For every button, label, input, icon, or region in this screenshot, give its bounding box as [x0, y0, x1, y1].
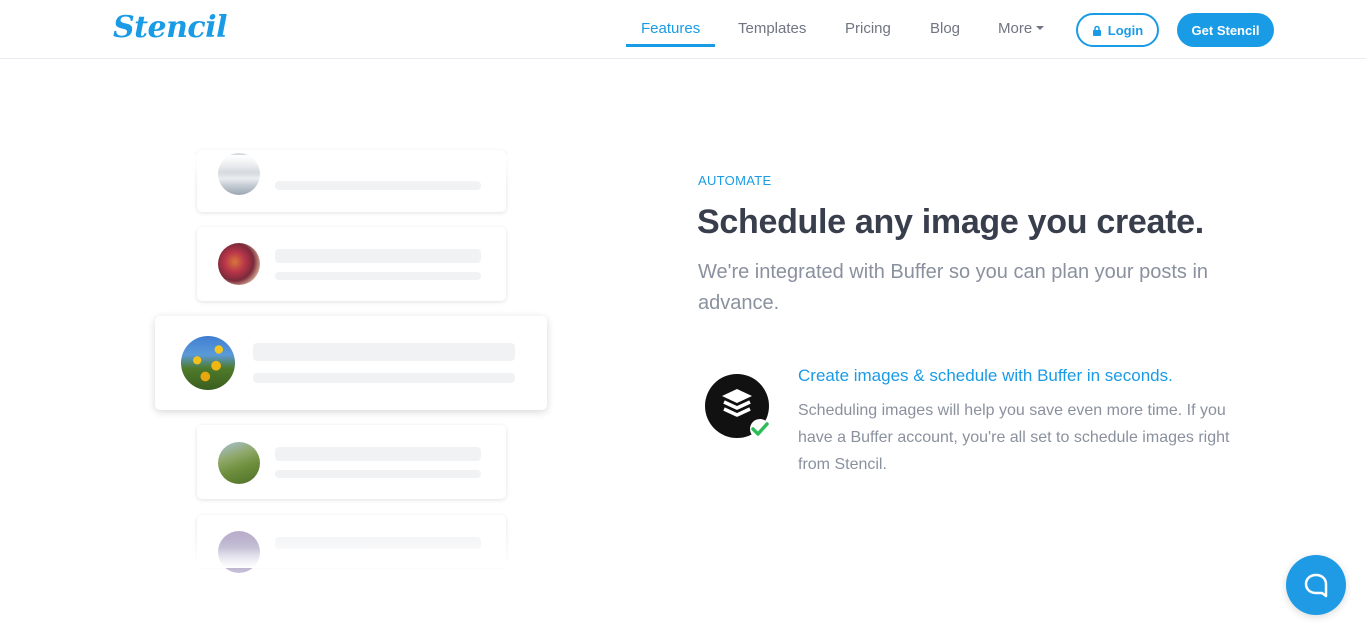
green-hills-thumbnail [218, 442, 260, 484]
top-navbar: Stencil Features Templates Pricing Blog … [0, 0, 1366, 59]
placeholder-line [275, 249, 481, 263]
section-headline: Schedule any image you create. [697, 203, 1204, 241]
nav-features[interactable]: Features [641, 20, 700, 37]
nav-active-indicator [626, 44, 715, 47]
nav-templates[interactable]: Templates [738, 20, 806, 37]
buffer-layers-check-icon [705, 374, 771, 440]
post-card [197, 227, 506, 301]
fade-overlay-bottom [190, 528, 520, 568]
section-subhead: We're integrated with Buffer so you can … [698, 261, 1209, 314]
feature-description: Scheduling images will help you save eve… [798, 402, 1230, 473]
stencil-logo[interactable]: Stencil [113, 10, 227, 45]
chat-widget-button[interactable] [1286, 555, 1346, 615]
lock-icon [1092, 25, 1102, 36]
placeholder-line [275, 272, 481, 280]
colorful-scarves-thumbnail [218, 243, 260, 285]
login-button[interactable]: Login [1076, 13, 1159, 47]
sunflowers-thumbnail [181, 336, 235, 390]
post-card-highlighted [155, 316, 547, 410]
placeholder-line [275, 447, 481, 461]
post-card [197, 425, 506, 499]
placeholder-line [253, 373, 515, 383]
fade-overlay-top [190, 155, 520, 185]
login-label: Login [1107, 22, 1144, 38]
nav-more-label: More [998, 20, 1033, 37]
nav-blog[interactable]: Blog [930, 20, 960, 37]
nav-more[interactable]: More [998, 20, 1045, 37]
caret-down-icon [1036, 26, 1045, 31]
nav-pricing[interactable]: Pricing [845, 20, 891, 37]
chat-bubble-icon [1304, 573, 1328, 598]
feature-title: Create images & schedule with Buffer in … [798, 366, 1173, 385]
section-eyebrow: AUTOMATE [698, 173, 772, 188]
placeholder-line [275, 470, 481, 478]
get-stencil-button[interactable]: Get Stencil [1177, 13, 1274, 47]
placeholder-line [253, 343, 515, 361]
